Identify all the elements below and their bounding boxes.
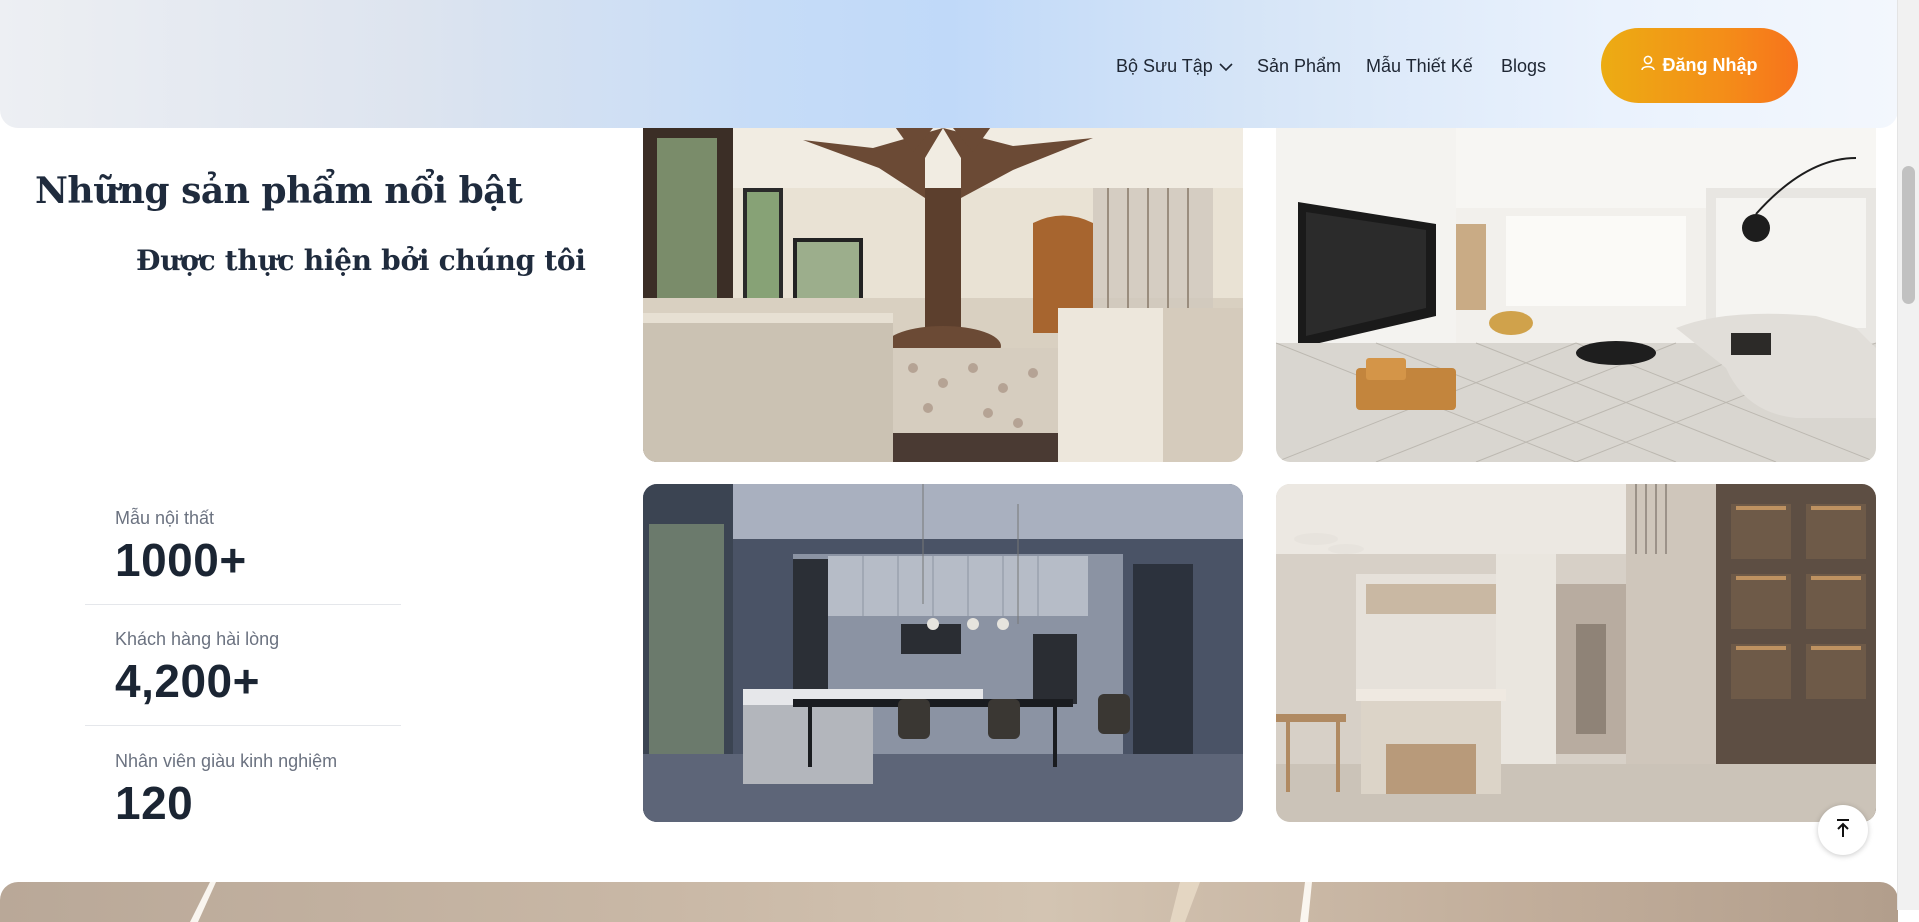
stat-label: Khách hàng hài lòng: [115, 629, 280, 649]
scrollbar-thumb[interactable]: [1902, 166, 1915, 304]
nav-designs-label: Mẫu Thiết Kế: [1366, 56, 1473, 76]
scroll-to-top-button[interactable]: [1818, 805, 1868, 855]
lobby-tree-column-photo[interactable]: [643, 128, 1243, 462]
stat-happy-customers: Khách hàng hài lòng 4,200+: [115, 629, 279, 708]
page-scrollbar[interactable]: [1897, 0, 1919, 910]
stat-value: 1000+: [115, 534, 247, 586]
nav-blogs-label: Blogs: [1501, 56, 1547, 76]
login-label: Đăng Nhập: [1662, 55, 1758, 75]
chevron-down-icon: [1219, 56, 1233, 77]
stat-label: Mẫu nội thất: [115, 508, 215, 528]
nav-products-link[interactable]: Sản Phẩm: [1257, 56, 1341, 77]
stat-divider: [85, 604, 401, 605]
nav-products-label: Sản Phẩm: [1257, 56, 1342, 76]
section-subtitle: Được thực hiện bởi chúng tôi: [136, 244, 586, 277]
stat-value: 4,200+: [115, 655, 260, 707]
living-room-tv-wall-photo[interactable]: [1276, 128, 1876, 462]
nav-blogs-link[interactable]: Blogs: [1501, 56, 1546, 77]
section-title: Những sản phẩm nổi bật: [35, 170, 523, 212]
stat-label: Nhân viên giàu kinh nghiệm: [115, 751, 338, 771]
nav-collection-label: Bộ Sưu Tập: [1116, 56, 1213, 76]
stat-divider: [85, 725, 401, 726]
stat-interior-designs: Mẫu nội thất 1000+: [115, 508, 247, 587]
user-icon: [1641, 55, 1656, 76]
site-header: Bộ Sưu Tập Sản Phẩm Mẫu Thiết Kế Blogs Đ…: [0, 0, 1898, 128]
arrow-up-to-line-icon: [1834, 818, 1852, 843]
beige-kitchen-hallway-photo[interactable]: [1276, 484, 1876, 822]
stat-experienced-staff: Nhân viên giàu kinh nghiệm 120: [115, 751, 337, 830]
stat-value: 120: [115, 777, 194, 829]
nav-designs-link[interactable]: Mẫu Thiết Kế: [1366, 56, 1473, 77]
dark-kitchen-dining-photo[interactable]: [643, 484, 1243, 822]
next-section-banner: [0, 882, 1898, 922]
login-button[interactable]: Đăng Nhập: [1601, 28, 1798, 103]
nav-collection-dropdown[interactable]: Bộ Sưu Tập: [1116, 56, 1233, 77]
